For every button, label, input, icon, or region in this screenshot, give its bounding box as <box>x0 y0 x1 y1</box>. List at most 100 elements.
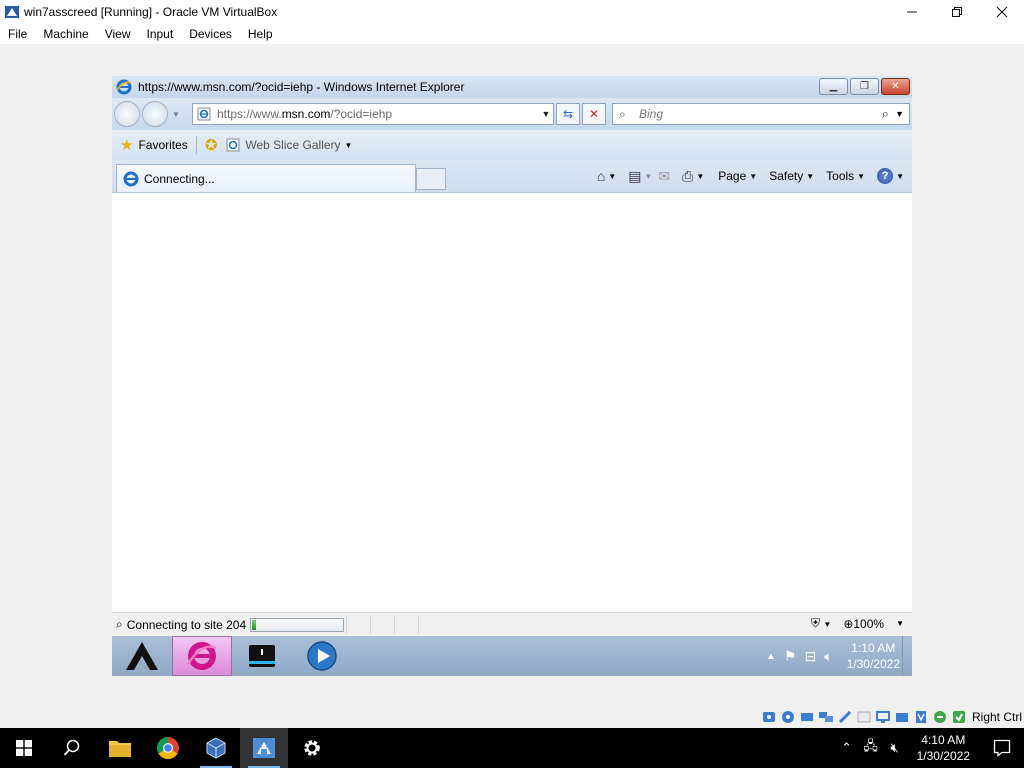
print-button[interactable]: ⎙ ▼ <box>682 168 704 185</box>
chevron-down-icon[interactable]: ▼ <box>696 172 704 181</box>
display-icon[interactable] <box>875 709 891 725</box>
page-content[interactable] <box>112 192 912 612</box>
recent-pages-dropdown-icon[interactable]: ▼ <box>172 110 180 119</box>
virtualbox-cube-icon <box>206 737 226 759</box>
menu-help[interactable]: Help <box>240 27 281 41</box>
video-capture-icon[interactable] <box>894 709 910 725</box>
search-button[interactable] <box>48 728 96 768</box>
menu-machine[interactable]: Machine <box>35 27 96 41</box>
volume-icon[interactable]: 🔈︎ <box>824 648 832 665</box>
web-slice-gallery-link[interactable]: Web Slice Gallery ▼ <box>226 138 352 152</box>
zoom-button[interactable]: ⊕100% <box>843 617 884 631</box>
network-icon[interactable]: 🖧︎ <box>859 737 883 759</box>
address-bar[interactable]: https://www.msn.com/?ocid=iehp ▼ <box>192 103 554 125</box>
taskbar-ie-button[interactable] <box>172 636 232 676</box>
taskbar-drive-button[interactable] <box>232 636 292 676</box>
minimize-button[interactable] <box>889 0 934 23</box>
chevron-down-icon[interactable]: ▼ <box>644 172 652 181</box>
address-url[interactable]: https://www.msn.com/?ocid=iehp <box>217 107 539 121</box>
menu-input[interactable]: Input <box>139 27 182 41</box>
favorites-divider <box>195 136 197 154</box>
restore-icon: ❐ <box>860 81 869 92</box>
volume-muted-icon[interactable]: 🔇︎ <box>883 740 907 756</box>
compatibility-button[interactable]: ⇆ <box>556 103 580 125</box>
shared-folders-icon[interactable] <box>856 709 872 725</box>
guest-taskbar: ▲ ⚑ ⊟ 🔈︎ 1:10 AM 1/30/2022 <box>112 636 912 676</box>
optical-drive-icon[interactable] <box>780 709 796 725</box>
back-button[interactable] <box>114 101 140 127</box>
help-icon: ? <box>877 168 894 184</box>
stop-icon: ✕ <box>588 107 600 121</box>
taskbar-media-player-button[interactable] <box>292 636 352 676</box>
home-icon: ⌂ <box>596 168 606 184</box>
chevron-down-icon[interactable]: ▼ <box>608 172 616 181</box>
host-clock[interactable]: 4:10 AM 1/30/2022 <box>907 732 980 764</box>
new-tab-button[interactable] <box>416 168 446 190</box>
guest-clock[interactable]: 1:10 AM 1/30/2022 <box>847 640 900 672</box>
ie-page-icon <box>226 138 240 152</box>
taskbar-file-explorer[interactable] <box>96 728 144 768</box>
notifications-button[interactable] <box>980 739 1024 757</box>
keyboard-capture-icon[interactable] <box>951 709 967 725</box>
tab-connecting[interactable]: Connecting... <box>116 164 416 192</box>
forward-button[interactable] <box>142 101 168 127</box>
menu-view[interactable]: View <box>97 27 139 41</box>
help-menu[interactable]: ? ▼ <box>877 168 904 184</box>
ie-restore-button[interactable]: ❐ <box>850 78 879 95</box>
close-button[interactable] <box>979 0 1024 23</box>
menu-file[interactable]: File <box>0 27 35 41</box>
audio-icon[interactable] <box>799 709 815 725</box>
compatibility-icon: ⇆ <box>562 107 574 121</box>
network-icon[interactable] <box>818 709 834 725</box>
mouse-integration-icon[interactable] <box>932 709 948 725</box>
show-desktop-button[interactable] <box>902 636 912 676</box>
taskbar-vm-window[interactable] <box>240 728 288 768</box>
start-button[interactable] <box>112 636 172 676</box>
action-center-flag-icon[interactable]: ⚑ <box>784 648 797 665</box>
host-system-tray: ⌃ 🖧︎ 🔇︎ 4:10 AM 1/30/2022 <box>835 728 1024 768</box>
network-error-icon[interactable]: ⊟ <box>804 648 816 665</box>
taskbar-chrome[interactable] <box>144 728 192 768</box>
chevron-down-icon: ▼ <box>806 171 815 181</box>
taskbar-virtualbox-manager[interactable] <box>192 728 240 768</box>
chevron-down-icon: ▼ <box>896 171 904 181</box>
feeds-button[interactable]: ▤ ▼ <box>628 168 652 185</box>
page-menu-label: Page <box>718 169 747 183</box>
virtualization-icon[interactable] <box>913 709 929 725</box>
protected-mode-button[interactable]: ⛨ ▼ <box>811 616 831 631</box>
usb-drive-icon <box>249 645 275 667</box>
ie-logo-icon <box>116 79 132 95</box>
ie-navbar: ▼ https://www.msn.com/?ocid=iehp ▼ ⇆ ✕ ⌕… <box>112 98 912 130</box>
add-to-favorites-icon[interactable]: ✪ <box>205 136 218 154</box>
taskbar-settings[interactable] <box>288 728 336 768</box>
ie-minimize-button[interactable]: ▁ <box>819 78 848 95</box>
restore-button[interactable] <box>934 0 979 23</box>
hard-disk-icon[interactable] <box>761 709 777 725</box>
read-mail-button[interactable]: ✉ <box>658 168 670 185</box>
guest-screen[interactable]: https://www.msn.com/?ocid=iehp - Windows… <box>112 76 912 676</box>
ie-close-button[interactable]: ✕ <box>881 78 910 95</box>
restore-icon <box>951 6 962 17</box>
chevron-down-icon: ▼ <box>857 171 866 181</box>
page-menu[interactable]: Page ▼ <box>718 169 757 183</box>
menu-devices[interactable]: Devices <box>181 27 240 41</box>
safety-menu[interactable]: Safety ▼ <box>769 169 814 183</box>
address-dropdown-icon[interactable]: ▼ <box>539 109 553 119</box>
home-button[interactable]: ⌂ ▼ <box>597 168 616 184</box>
favorites-button[interactable]: ★ Favorites <box>120 136 188 154</box>
show-hidden-icons-icon[interactable]: ▲ <box>766 651 776 662</box>
search-box[interactable]: ⌕ ⌕ ▼ <box>612 103 910 125</box>
usb-icon[interactable] <box>837 709 853 725</box>
chevron-down-icon: ▼ <box>823 620 832 629</box>
search-input[interactable] <box>639 107 882 121</box>
zoom-dropdown-icon[interactable]: ▼ <box>896 619 904 628</box>
show-hidden-icons-icon[interactable]: ⌃ <box>835 740 859 756</box>
command-bar: Connecting... ⌂ ▼ ▤ ▼ ✉ ⎙ ▼ Page ▼ Safety ▼ T… <box>112 160 912 192</box>
media-player-icon <box>307 641 337 671</box>
tools-menu[interactable]: Tools ▼ <box>826 169 865 183</box>
stop-button[interactable]: ✕ <box>582 103 606 125</box>
windows-start-button[interactable] <box>0 728 48 768</box>
ie-titlebar: https://www.msn.com/?ocid=iehp - Windows… <box>112 76 912 98</box>
search-icon[interactable]: ⌕ <box>882 106 889 122</box>
search-options-icon[interactable]: ▼ <box>895 109 904 119</box>
